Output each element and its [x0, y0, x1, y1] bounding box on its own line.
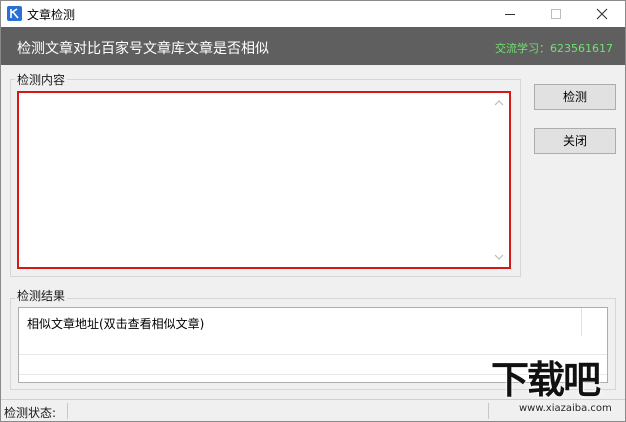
- watermark-brand: 下载吧: [491, 358, 601, 402]
- minimize-icon: [505, 14, 515, 15]
- content-scrollbar[interactable]: [491, 95, 507, 265]
- status-divider: [67, 403, 68, 419]
- column-divider: [581, 308, 582, 336]
- result-group-label: 检测结果: [15, 287, 68, 304]
- main-window: 文章检测 检测文章对比百家号文章库文章是否相似 交流学习：623561617 检…: [0, 0, 626, 422]
- maximize-button[interactable]: [533, 1, 579, 27]
- title-bar[interactable]: 文章检测: [1, 1, 625, 27]
- watermark-url: www.xiazaiba.com: [519, 403, 612, 414]
- content-textarea[interactable]: [17, 91, 511, 269]
- header-banner: 检测文章对比百家号文章库文章是否相似 交流学习：623561617: [1, 27, 625, 65]
- minimize-button[interactable]: [487, 1, 533, 27]
- detect-button[interactable]: 检测: [534, 84, 616, 110]
- app-icon: [7, 6, 22, 21]
- maximize-icon: [551, 9, 561, 19]
- banner-title: 检测文章对比百家号文章库文章是否相似: [17, 41, 269, 57]
- scroll-down-icon[interactable]: [494, 253, 504, 261]
- result-column-header[interactable]: 相似文章地址(双击查看相似文章): [27, 315, 204, 332]
- close-button[interactable]: 关闭: [534, 128, 616, 154]
- window-title: 文章检测: [27, 8, 76, 22]
- status-label: 检测状态:: [4, 406, 57, 420]
- contact-info: 交流学习：623561617: [495, 42, 613, 55]
- scroll-up-icon[interactable]: [494, 99, 504, 107]
- row-separator: [19, 354, 607, 355]
- close-window-button[interactable]: [579, 1, 625, 27]
- close-icon: [596, 8, 608, 20]
- content-group-label: 检测内容: [15, 71, 68, 88]
- site-watermark: 下载吧 www.xiazaiba.com: [489, 357, 626, 422]
